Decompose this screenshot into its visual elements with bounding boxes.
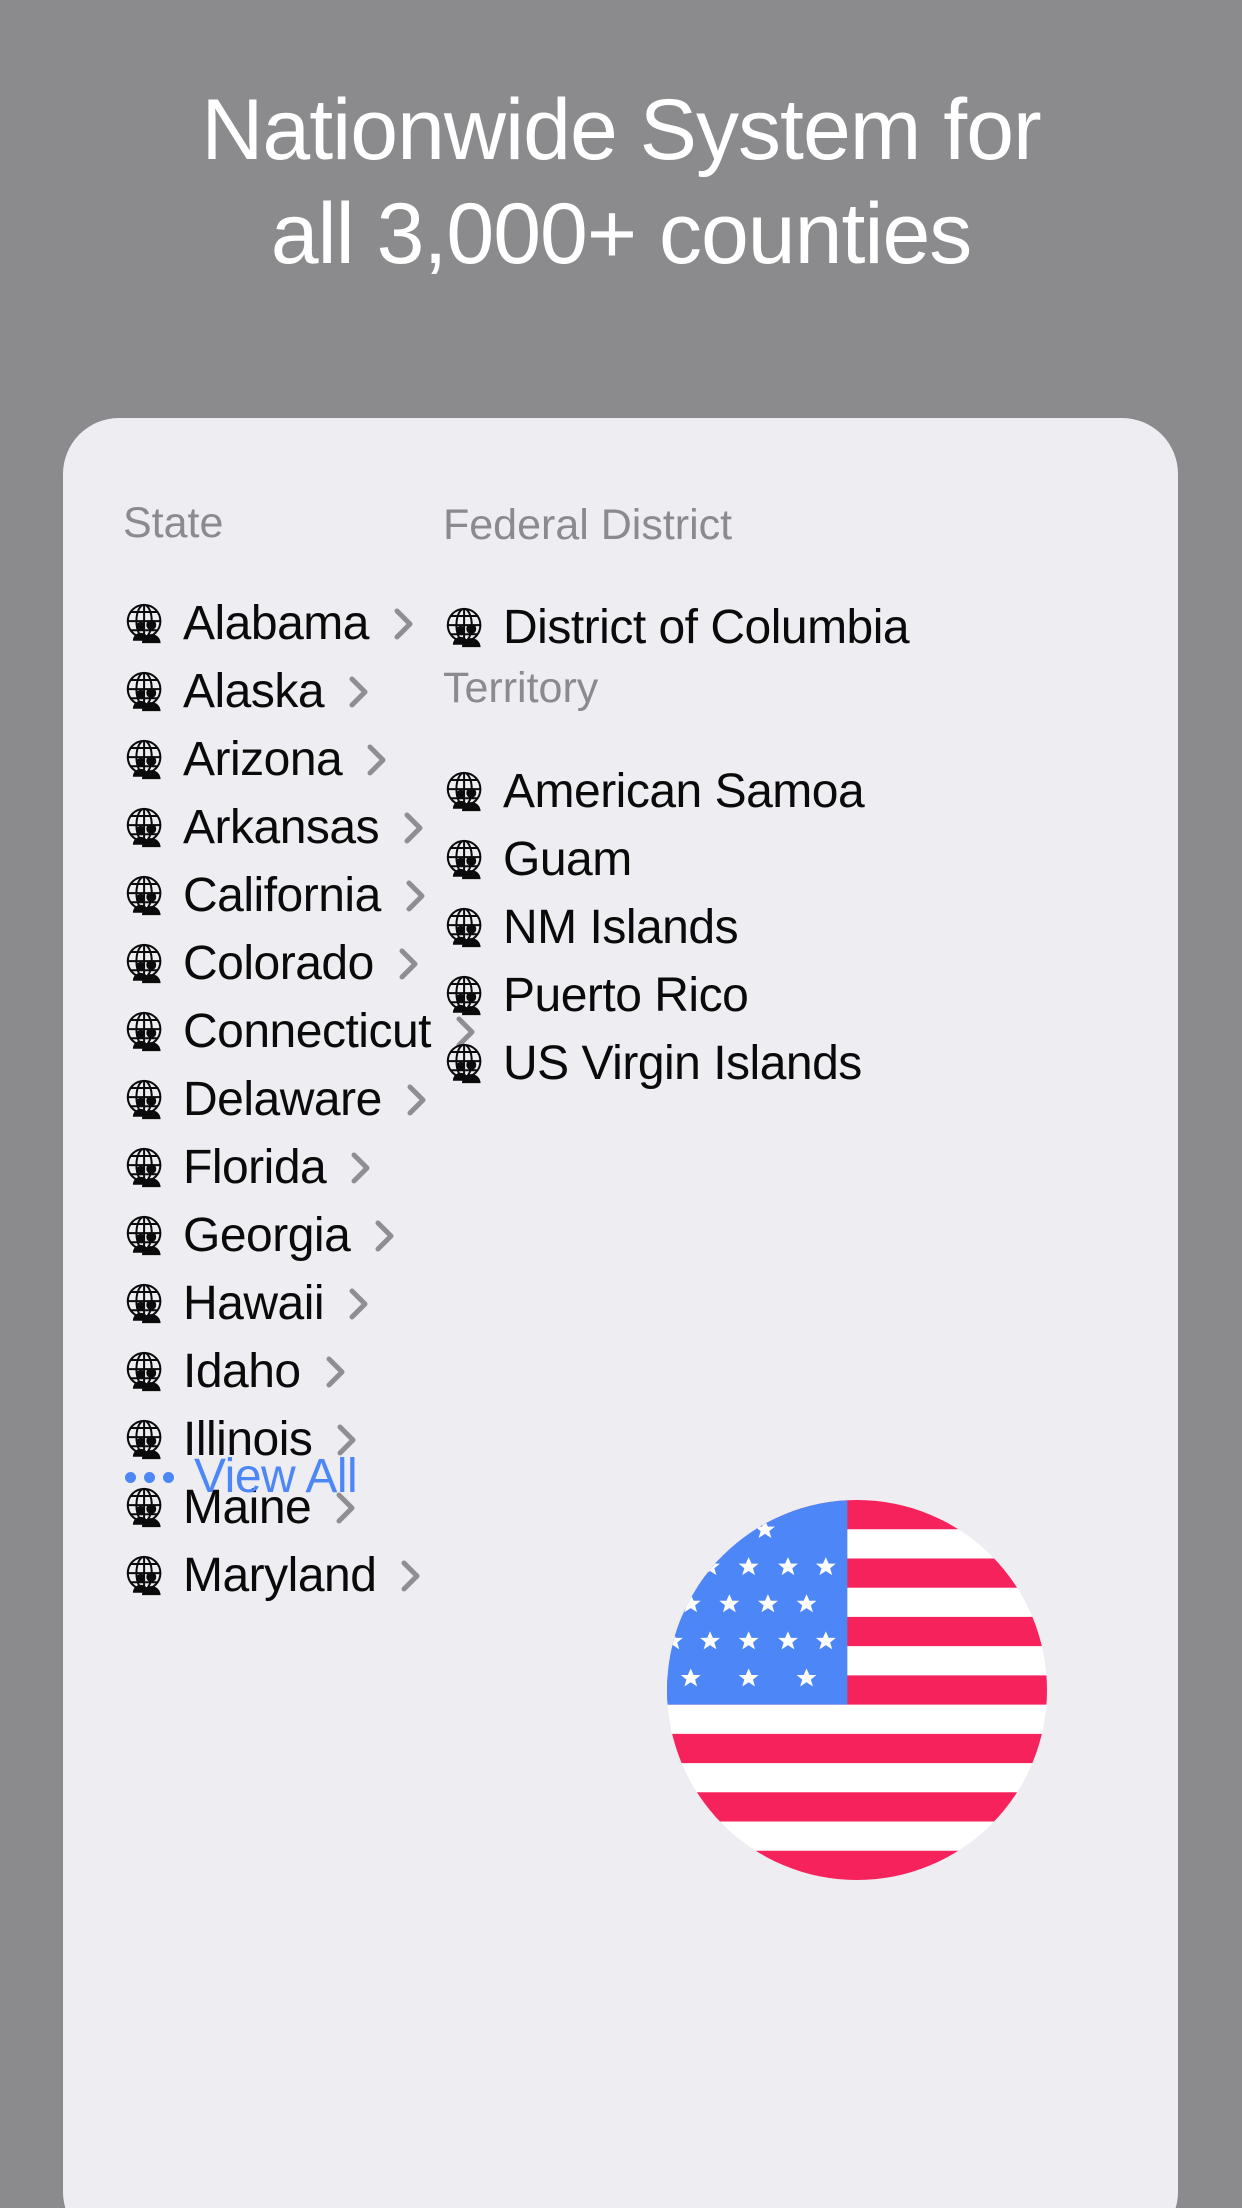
globe-people-icon [126,1011,162,1052]
globe-people-icon [446,771,482,812]
chevron-right-icon [404,812,423,844]
region-row-territory-guam[interactable]: Guam [443,826,1143,894]
globe-people-icon [126,671,162,712]
chevron-right-icon [399,948,418,980]
region-row-state-alaska[interactable]: Alaska [123,658,663,726]
region-row-territory-puerto-rico[interactable]: Puerto Rico [443,962,1143,1030]
group-label-federal-district: Federal District [443,501,733,549]
chevron-right-icon [406,880,425,912]
globe-people-icon [126,807,162,848]
region-name: Arizona [183,733,343,786]
globe-people-icon [126,1215,162,1256]
chevron-right-icon [394,608,413,640]
region-selector-card: State Federal District Territory Alabama… [63,418,1178,2208]
region-name: Puerto Rico [503,969,749,1022]
group-label-state: State [123,499,224,547]
page-title: Nationwide System for all 3,000+ countie… [201,82,1041,282]
territory-list: American Samoa Guam NM Islands Puerto Rico U… [443,758,1143,1098]
region-name: Alabama [183,597,369,650]
globe-people-icon [446,907,482,948]
region-name: Maryland [183,1549,377,1602]
region-name: Connecticut [183,1005,431,1058]
region-name: Colorado [183,937,374,990]
globe-people-icon [126,739,162,780]
chevron-right-icon [401,1560,420,1592]
region-name: Idaho [183,1345,301,1398]
region-row-territory-us-virgin-islands[interactable]: US Virgin Islands [443,1030,1143,1098]
region-name: Guam [503,833,632,886]
region-name: US Virgin Islands [503,1037,862,1090]
chevron-right-icon [326,1356,345,1388]
region-name: District of Columbia [503,601,910,654]
globe-people-icon [446,975,482,1016]
globe-people-icon [126,603,162,644]
globe-people-icon [126,1283,162,1324]
region-name: Florida [183,1141,327,1194]
region-name: NM Islands [503,901,739,954]
globe-people-icon [126,1147,162,1188]
region-row-federal-district-of-columbia[interactable]: District of Columbia [443,594,1143,662]
globe-people-icon [126,1555,162,1596]
globe-people-icon [126,943,162,984]
globe-people-icon [126,1079,162,1120]
region-name: Georgia [183,1209,351,1262]
globe-people-icon [126,1351,162,1392]
region-row-territory-american-samoa[interactable]: American Samoa [443,758,1143,826]
chevron-right-icon [351,1152,370,1184]
globe-people-icon [446,1043,482,1084]
view-all-link[interactable]: View All [125,1450,358,1503]
region-row-territory-nm-islands[interactable]: NM Islands [443,894,1143,962]
federal-district-list: District of Columbia [443,594,1143,662]
globe-people-icon [446,839,482,880]
region-name: American Samoa [503,765,865,818]
globe-people-icon [126,875,162,916]
chevron-right-icon [349,1288,368,1320]
region-row-state-maryland[interactable]: Maryland [123,1542,663,1610]
chevron-right-icon [407,1084,426,1116]
chevron-right-icon [367,744,386,776]
region-row-state-hawaii[interactable]: Hawaii [123,1270,663,1338]
region-name: Delaware [183,1073,382,1126]
region-row-state-idaho[interactable]: Idaho [123,1338,663,1406]
region-name: California [183,869,381,922]
view-all-label: View All [194,1450,358,1503]
ellipsis-icon [125,1471,174,1483]
globe-people-icon [446,607,482,648]
us-flag-circle-icon [667,1500,1047,1880]
chevron-right-icon [375,1220,394,1252]
region-row-state-florida[interactable]: Florida [123,1134,663,1202]
region-name: Arkansas [183,801,380,854]
chevron-right-icon [349,676,368,708]
region-name: Alaska [183,665,325,718]
region-row-state-georgia[interactable]: Georgia [123,1202,663,1270]
region-name: Hawaii [183,1277,325,1330]
